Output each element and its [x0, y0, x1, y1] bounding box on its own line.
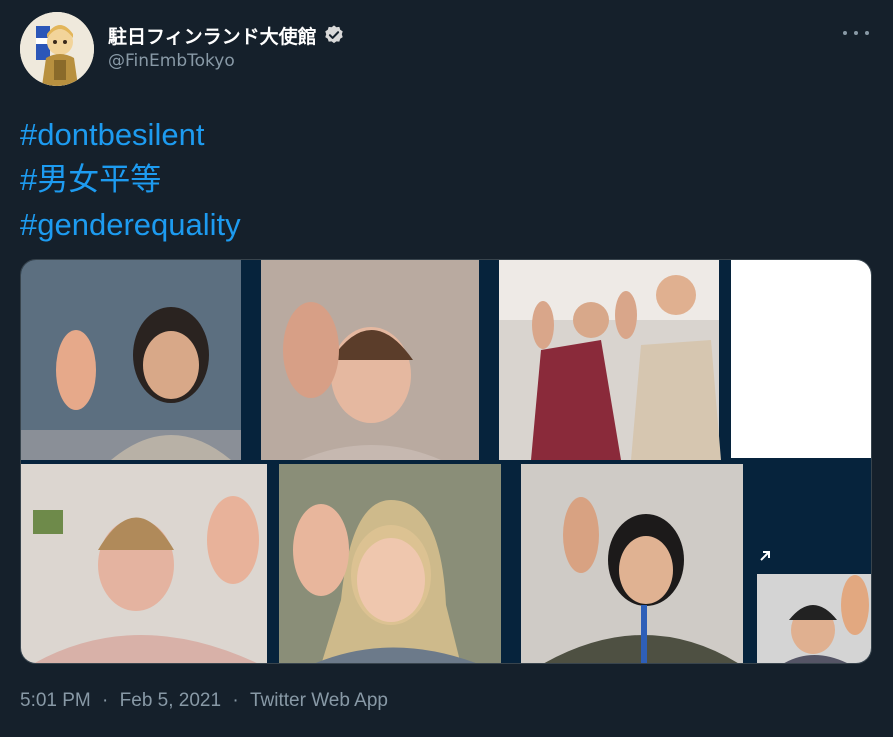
- tweet-source[interactable]: Twitter Web App: [250, 690, 388, 711]
- more-dots-icon[interactable]: [843, 26, 869, 40]
- tweet-media-image[interactable]: [20, 259, 872, 664]
- tweet-text: #dontbesilent #男女平等 #genderequality: [20, 112, 241, 247]
- hashtag-dontbesilent[interactable]: #dontbesilent: [20, 112, 241, 157]
- verified-badge-icon: [324, 25, 343, 44]
- video-call-grid: [21, 260, 871, 663]
- author-display-name[interactable]: 駐日フィンランド大使館: [108, 22, 317, 49]
- author-handle[interactable]: @FinEmbTokyo: [108, 51, 235, 71]
- meta-separator: ·: [232, 690, 239, 711]
- meta-separator: ·: [102, 690, 109, 711]
- hashtag-gender-equality-jp[interactable]: #男女平等: [20, 157, 241, 202]
- author-avatar[interactable]: [20, 12, 94, 86]
- tweet-date[interactable]: Feb 5, 2021: [120, 690, 221, 711]
- hashtag-genderequality[interactable]: #genderequality: [20, 202, 241, 247]
- tweet-time[interactable]: 5:01 PM: [20, 690, 91, 711]
- author-name-row: 駐日フィンランド大使館: [108, 22, 345, 48]
- tweet-meta: 5:01 PM · Feb 5, 2021 · Twitter Web App: [20, 690, 388, 712]
- avatar-image: [20, 12, 94, 86]
